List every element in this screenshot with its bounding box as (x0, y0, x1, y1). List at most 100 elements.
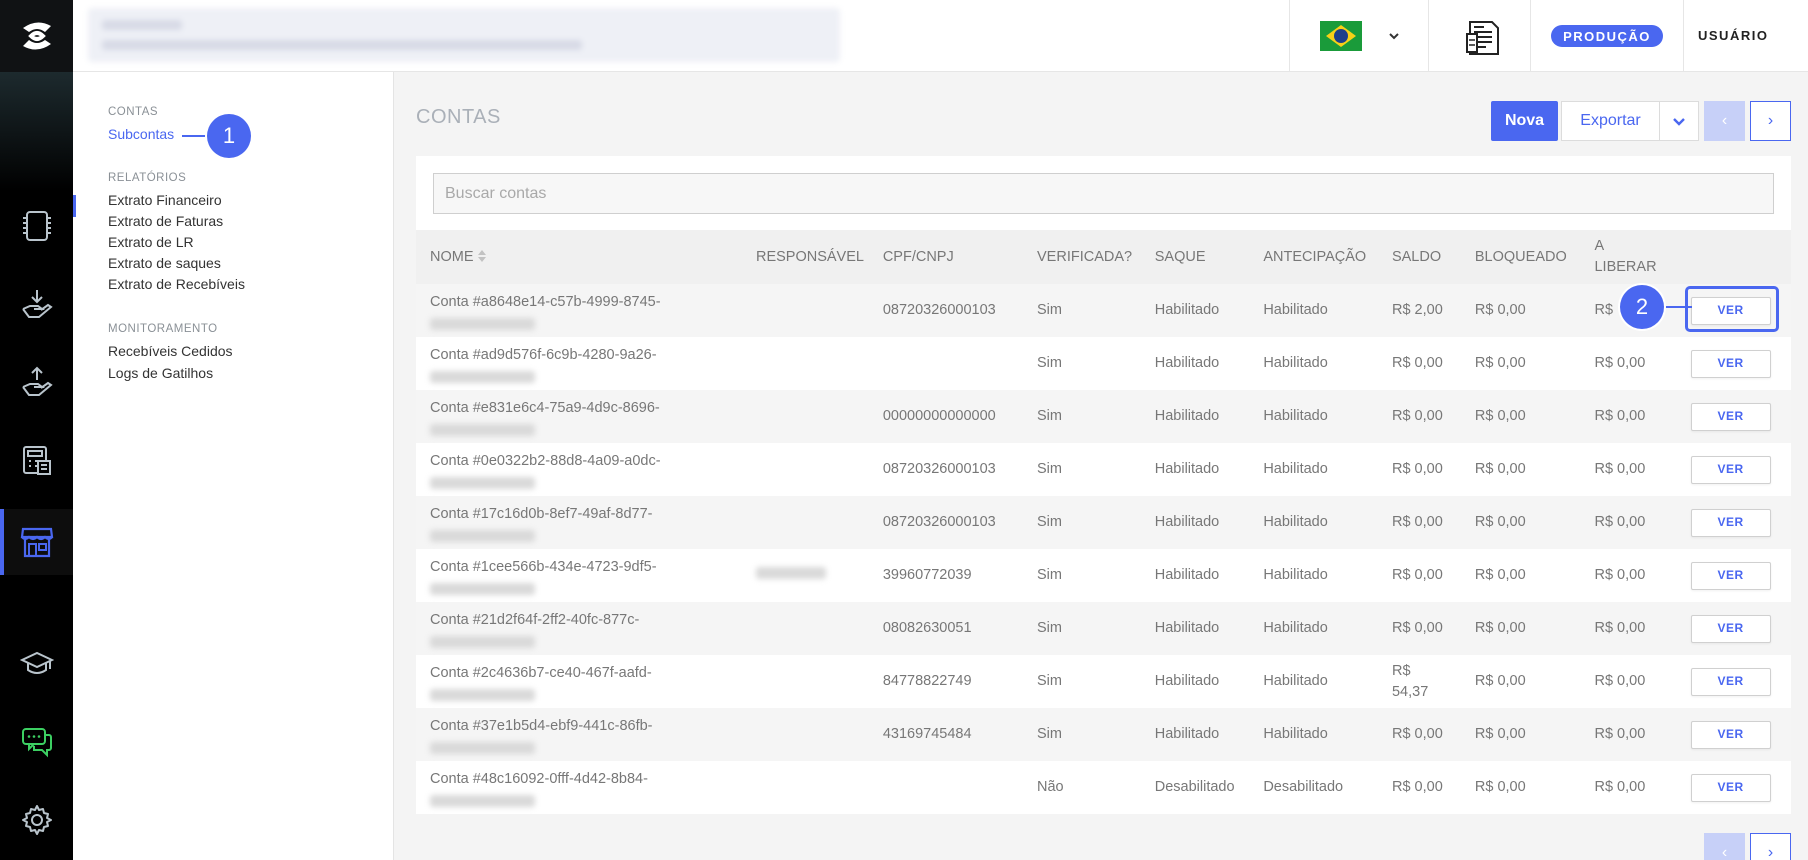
cell-responsavel (741, 337, 869, 390)
table-row: Conta #1cee566b-434e-4723-9df5- 39960772… (416, 549, 1791, 602)
ver-button[interactable]: VER (1690, 773, 1771, 802)
report-document-icon[interactable] (1466, 18, 1502, 56)
export-dropdown-button[interactable] (1659, 101, 1699, 141)
account-name: Conta #2c4636b7-ce40-467f-aafd- (430, 664, 652, 681)
cell-verificada: Sim (1023, 708, 1141, 761)
column-header-responsavel: RESPONSÁVEL (741, 230, 869, 284)
cell-verificada: Sim (1023, 602, 1141, 655)
cell-cpf: 39960772039 (868, 549, 1024, 602)
app-logo-icon (22, 22, 51, 50)
secondary-sidebar: CONTAS Subcontas RELATÓRIOS Extrato Fina… (73, 72, 394, 860)
blurred-text (430, 794, 535, 807)
ver-button[interactable]: VER (1690, 349, 1771, 378)
cell-nome: Conta #48c16092-0fff-4d42-8b84- (416, 761, 742, 814)
cell-bloqueado: R$ 0,00 (1460, 655, 1581, 708)
account-name: Conta #48c16092-0fff-4d42-8b84- (430, 770, 648, 787)
cell-saque: Habilitado (1140, 337, 1250, 390)
table-row: Conta #0e0322b2-88d8-4a09-a0dc- 08720326… (416, 443, 1791, 496)
cell-verificada: Sim (1023, 390, 1141, 443)
cell-responsavel (741, 602, 869, 655)
rail-gradient (0, 72, 73, 192)
cell-antecipacao: Habilitado (1249, 443, 1378, 496)
account-name: Conta #ad9d576f-6c9b-4280-9a26- (430, 346, 657, 363)
next-page-button[interactable]: › (1750, 101, 1791, 141)
cell-saque: Habilitado (1140, 443, 1250, 496)
rail-item-send[interactable] (0, 350, 73, 414)
language-selector[interactable] (1320, 20, 1430, 52)
prev-page-button-bottom[interactable]: ‹ (1704, 833, 1745, 860)
highlight-box (1684, 285, 1779, 332)
rail-item-calculator[interactable] (0, 428, 73, 492)
column-header-a-liberar: A LIBERAR (1580, 230, 1677, 284)
cell-nome: Conta #a8648e14-c57b-4999-8745- (416, 284, 742, 337)
sidebar-item-extrato-financeiro[interactable]: Extrato Financeiro (108, 192, 222, 208)
cell-actions: VER (1676, 443, 1791, 496)
next-page-button-bottom[interactable]: › (1750, 833, 1791, 860)
cell-nome: Conta #0e0322b2-88d8-4a09-a0dc- (416, 443, 742, 496)
sidebar-item-extrato-faturas[interactable]: Extrato de Faturas (108, 213, 223, 229)
column-header-cpf-cnpj: CPF/CNPJ (868, 230, 1024, 284)
cell-responsavel (741, 761, 869, 814)
cell-antecipacao: Habilitado (1249, 496, 1378, 549)
rail-item-store[interactable] (0, 509, 73, 575)
cell-cpf: 84778822749 (868, 655, 1024, 708)
cell-saldo: R$ 0,00 (1377, 761, 1461, 814)
rail-item-receive[interactable] (0, 272, 73, 336)
column-label: NOME (430, 248, 474, 265)
cell-bloqueado: R$ 0,00 (1460, 708, 1581, 761)
cell-saldo: R$ 0,00 (1377, 549, 1461, 602)
cell-bloqueado: R$ 0,00 (1460, 602, 1581, 655)
table-row: Conta #17c16d0b-8ef7-49af-8d77- 08720326… (416, 496, 1791, 549)
cell-responsavel (741, 443, 869, 496)
sidebar-item-logs-gatilhos[interactable]: Logs de Gatilhos (108, 365, 213, 381)
cell-actions: VER (1676, 390, 1791, 443)
chip-icon (22, 211, 51, 241)
cell-saldo: R$ 0,00 (1377, 496, 1461, 549)
account-name: Conta #21d2f64f-2ff2-40fc-877c- (430, 611, 640, 628)
sidebar-item-extrato-recebiveis[interactable]: Extrato de Recebíveis (108, 276, 245, 292)
user-menu[interactable]: USUÁRIO (1698, 28, 1768, 43)
sidebar-item-extrato-lr[interactable]: Extrato de LR (108, 234, 194, 250)
blurred-text (430, 423, 535, 436)
ver-button[interactable]: VER (1690, 508, 1771, 537)
cell-responsavel (741, 496, 869, 549)
cell-bloqueado: R$ 0,00 (1460, 337, 1581, 390)
sidebar-item-subcontas[interactable]: Subcontas (108, 126, 174, 142)
cell-nome: Conta #ad9d576f-6c9b-4280-9a26- (416, 337, 742, 390)
new-account-button[interactable]: Nova (1491, 101, 1558, 141)
table-row: Conta #48c16092-0fff-4d42-8b84- Não Desa… (416, 761, 1791, 814)
cell-bloqueado: R$ 0,00 (1460, 549, 1581, 602)
ver-button[interactable]: VER (1690, 720, 1771, 749)
rail-item-chat[interactable] (0, 710, 73, 774)
hand-receive-icon (21, 290, 53, 318)
gear-icon (21, 805, 52, 835)
ver-button[interactable]: VER (1690, 614, 1771, 643)
table-row: Conta #37e1b5d4-ebf9-441c-86fb- 43169745… (416, 708, 1791, 761)
rail-item-academy[interactable] (0, 632, 73, 696)
main-rail (0, 0, 73, 860)
cell-bloqueado: R$ 0,00 (1460, 761, 1581, 814)
cell-liberar: R$ 0,00 (1580, 761, 1677, 814)
rail-item-settings[interactable] (0, 788, 73, 852)
cell-nome: Conta #37e1b5d4-ebf9-441c-86fb- (416, 708, 742, 761)
ver-button[interactable]: VER (1690, 455, 1771, 484)
app-logo[interactable] (0, 0, 73, 72)
export-button[interactable]: Exportar (1561, 101, 1660, 141)
prev-page-button[interactable]: ‹ (1704, 101, 1745, 141)
search-input[interactable] (433, 173, 1774, 214)
column-header-verificada: VERIFICADA? (1023, 230, 1141, 284)
ver-button[interactable]: VER (1690, 402, 1771, 431)
column-header-nome[interactable]: NOME (416, 230, 742, 284)
rail-item-chip[interactable] (0, 194, 73, 258)
table-row: Conta #e831e6c4-75a9-4d9c-8696- 00000000… (416, 390, 1791, 443)
environment-badge[interactable]: PRODUÇÃO (1551, 25, 1663, 47)
ver-button[interactable]: VER (1690, 667, 1771, 696)
sort-icon (477, 249, 486, 262)
cell-cpf: 08082630051 (868, 602, 1024, 655)
sidebar-item-recebiveis-cedidos[interactable]: Recebíveis Cedidos (108, 343, 233, 359)
sidebar-item-extrato-saques[interactable]: Extrato de saques (108, 255, 221, 271)
cell-cpf: 08720326000103 (868, 496, 1024, 549)
ver-button[interactable]: VER (1690, 561, 1771, 590)
cell-liberar: R$ 0,00 (1580, 655, 1677, 708)
cell-nome: Conta #21d2f64f-2ff2-40fc-877c- (416, 602, 742, 655)
